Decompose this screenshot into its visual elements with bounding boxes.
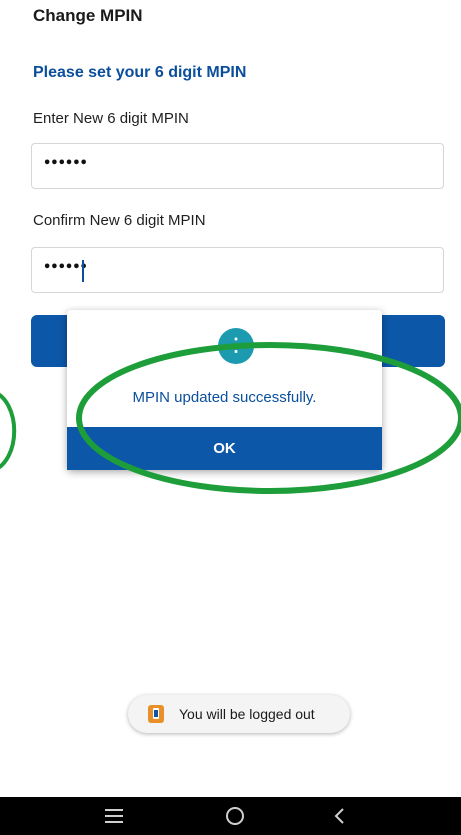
logout-toast: You will be logged out [128,695,350,733]
new-mpin-label: Enter New 6 digit MPIN [33,110,189,127]
app-icon [148,705,164,723]
page-title: Change MPIN [33,6,143,25]
new-mpin-masked-value: •••••• [43,156,88,171]
mpin-instruction-heading: Please set your 6 digit MPIN [33,64,247,81]
dialog-message: MPIN updated successfully. [132,389,317,406]
confirm-mpin-label: Confirm New 6 digit MPIN [33,212,206,229]
home-icon[interactable] [205,797,265,835]
info-icon: ⋮ [218,328,254,364]
annotation-arc-left [0,392,17,470]
confirm-mpin-field[interactable]: •••••• [31,247,444,293]
recents-icon[interactable] [85,797,145,835]
text-cursor [82,260,84,282]
confirm-mpin-masked-value: •••••• [43,260,88,275]
system-navigation-bar [0,797,461,835]
ok-button[interactable]: OK [67,427,382,470]
new-mpin-field[interactable]: •••••• [31,143,444,189]
toast-message: You will be logged out [179,706,315,722]
back-icon[interactable] [310,797,370,835]
success-dialog: ⋮ MPIN updated successfully. OK [67,310,382,470]
